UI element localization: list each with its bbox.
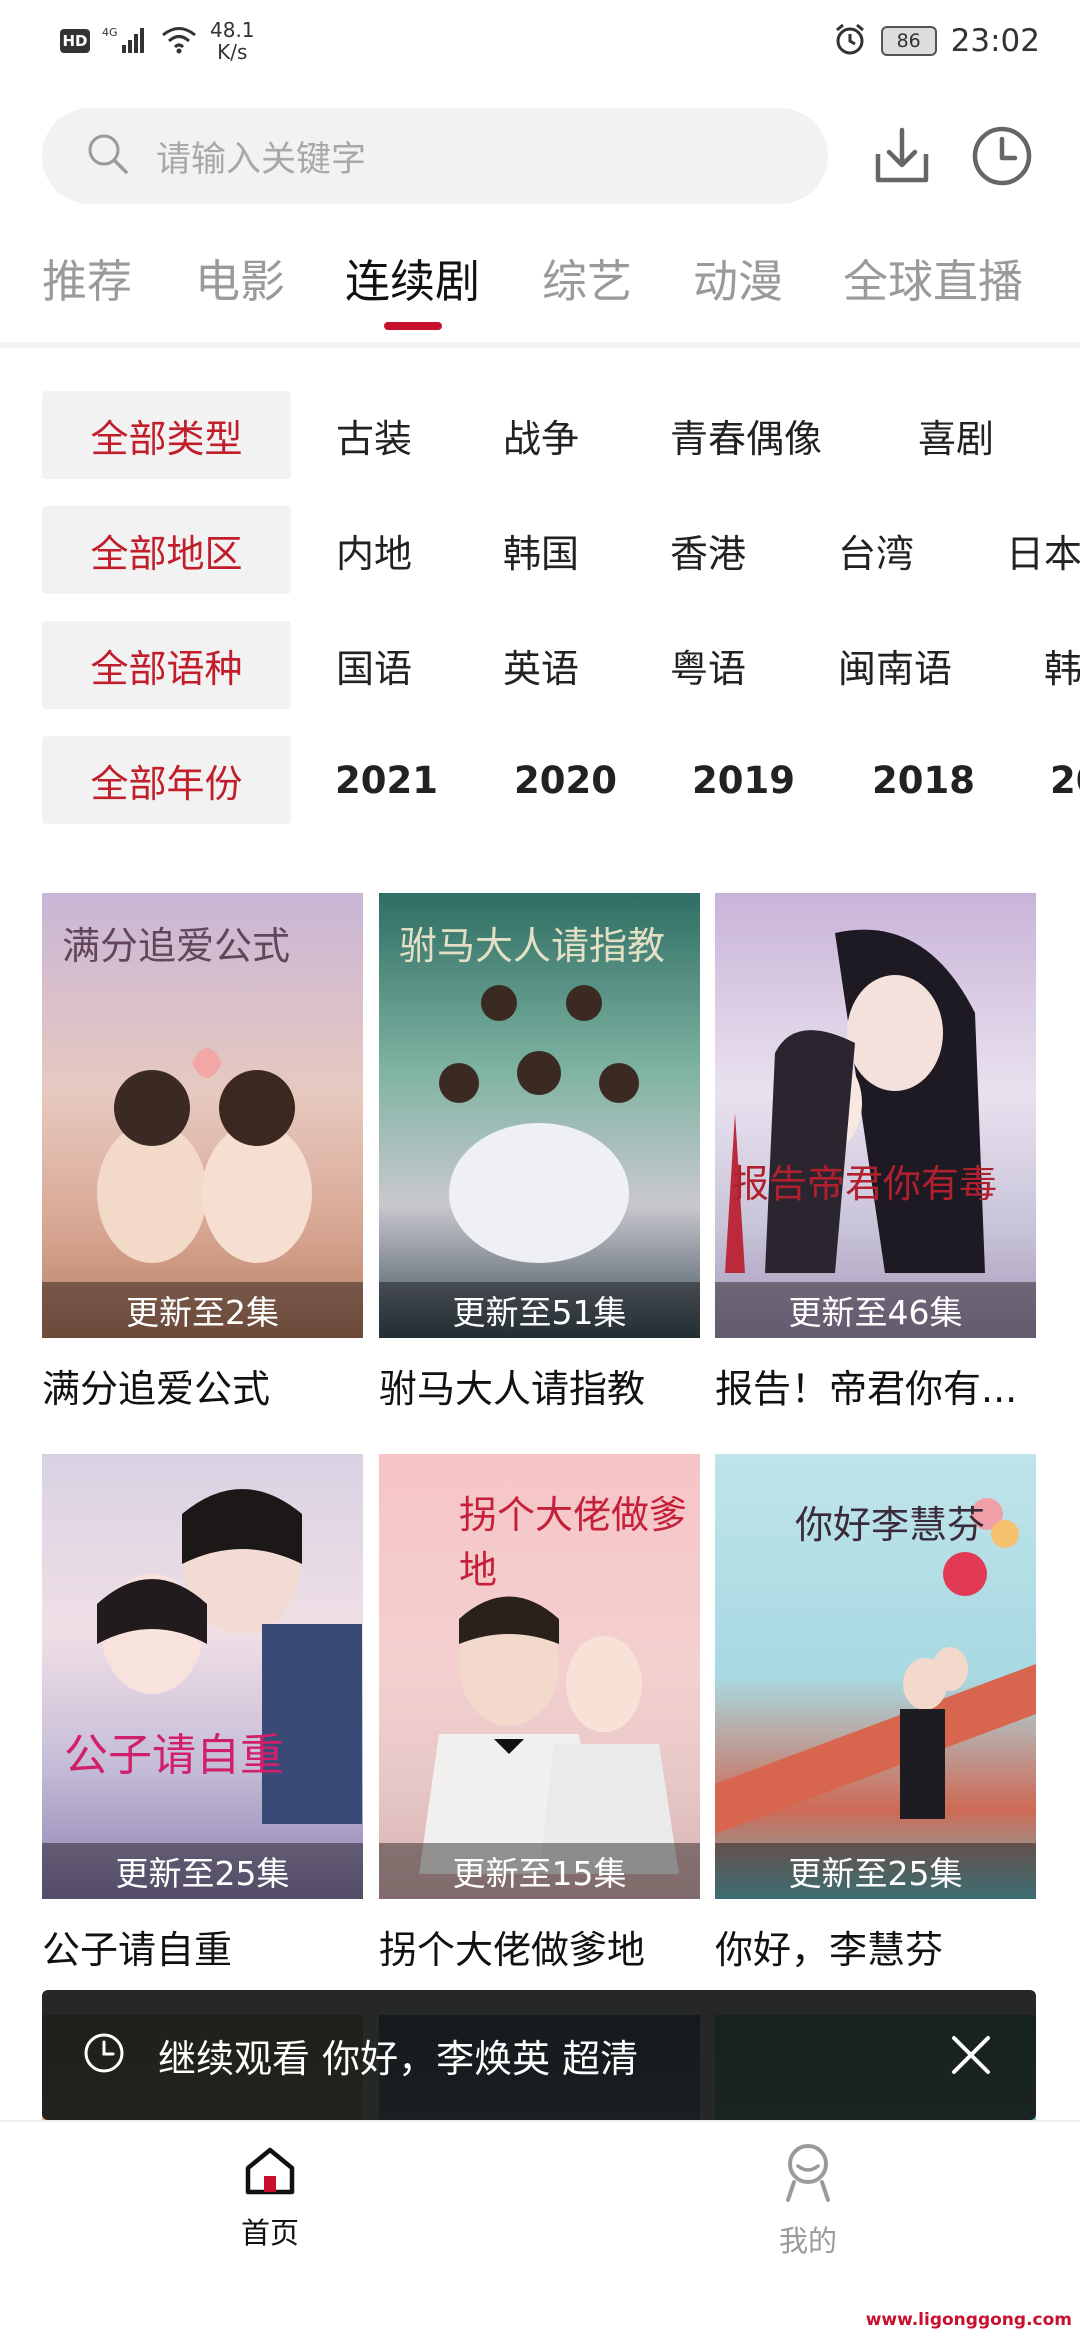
filter-all-types[interactable]: 全部类型: [42, 391, 291, 479]
filter-option[interactable]: 国语: [336, 621, 412, 709]
search-input[interactable]: 请输入关键字: [42, 108, 828, 204]
filter-option[interactable]: 香港: [670, 506, 746, 594]
bottom-nav: 首页 我的: [0, 2120, 1080, 2340]
signal-icon: 4G: [102, 25, 148, 58]
profile-icon: [786, 2144, 830, 2202]
poster-title: 拐个大佬做爹地: [459, 1493, 688, 1592]
tab-anime[interactable]: 动漫: [693, 245, 783, 310]
poster-title: 报告帝君你有毒: [731, 1162, 998, 1206]
poster-image: 报告帝君你有毒 更新至46集: [715, 893, 1036, 1338]
poster-image: 拐个大佬做爹地 更新至15集: [379, 1454, 700, 1899]
filter-row-language: 全部语种 国语 英语 粤语 闽南语 韩: [0, 621, 1080, 709]
filter-option[interactable]: 日本: [1006, 506, 1080, 594]
alarm-icon: [833, 22, 867, 60]
nav-home[interactable]: 首页: [170, 2142, 370, 2252]
history-icon[interactable]: [970, 124, 1034, 188]
nav-home-label: 首页: [240, 2216, 299, 2250]
battery-indicator: 86: [880, 26, 937, 56]
divider: [0, 342, 1080, 348]
drama-card[interactable]: 报告帝君你有毒 更新至46集 报告！帝君你有...: [715, 893, 1036, 1413]
close-icon[interactable]: [946, 2030, 996, 2080]
continue-watching-banner[interactable]: 继续观看 你好，李焕英 超清: [42, 1990, 1036, 2120]
poster-image: 你好李慧芬 更新至25集: [715, 1454, 1036, 1899]
poster-title: 公子请自重: [64, 1730, 284, 1781]
category-tabs: 推荐 电影 连续剧 综艺 动漫 全球直播: [0, 245, 1080, 335]
filter-all-regions[interactable]: 全部地区: [42, 506, 291, 594]
update-badge: 更新至51集: [379, 1282, 700, 1338]
filter-row-region: 全部地区 内地 韩国 香港 台湾 日本: [0, 506, 1080, 594]
drama-card[interactable]: 公子请自重 更新至25集 公子请自重: [42, 1454, 363, 1974]
status-bar: HD 4G 48.1 K/s 86 23:02: [0, 0, 1080, 80]
filter-all-languages[interactable]: 全部语种: [42, 621, 291, 709]
card-title: 公子请自重: [42, 1928, 233, 1972]
update-badge: 更新至2集: [42, 1282, 363, 1338]
poster-title: 满分追爱公式: [62, 924, 291, 968]
card-title: 拐个大佬做爹地: [379, 1928, 646, 1972]
home-icon: [245, 2147, 295, 2195]
continue-watching-text: 继续观看 你好，李焕英 超清: [158, 2036, 639, 2081]
drama-card[interactable]: 驸马大人请指教 更新至51集 驸马大人请指教: [379, 893, 700, 1413]
tab-series[interactable]: 连续剧: [345, 245, 480, 310]
filter-option[interactable]: 2019: [692, 736, 795, 824]
poster-image: 公子请自重 更新至25集: [42, 1454, 363, 1899]
update-badge: 更新至46集: [715, 1282, 1036, 1338]
hd-indicator: HD: [60, 29, 90, 53]
card-title: 驸马大人请指教: [379, 1367, 646, 1411]
network-speed: 48.1 K/s: [210, 18, 255, 64]
tab-variety[interactable]: 综艺: [542, 245, 632, 310]
card-title: 你好，李慧芬: [715, 1928, 944, 1972]
watermark: www.ligonggong.com: [865, 2310, 1072, 2330]
svg-text:4G: 4G: [102, 26, 118, 39]
update-badge: 更新至15集: [379, 1843, 700, 1899]
poster-title: 你好李慧芬: [795, 1503, 986, 1547]
update-badge: 更新至25集: [42, 1843, 363, 1899]
filter-all-years[interactable]: 全部年份: [42, 736, 291, 824]
update-badge: 更新至25集: [715, 1843, 1036, 1899]
card-title: 满分追爱公式: [42, 1367, 271, 1411]
wifi-icon: [160, 24, 198, 58]
poster-title: 驸马大人请指教: [399, 924, 666, 968]
download-icon[interactable]: [870, 124, 934, 188]
clock-icon: [82, 2031, 126, 2079]
nav-mine-label: 我的: [778, 2224, 837, 2258]
poster-image: 满分追爱公式 更新至2集: [42, 893, 363, 1338]
filter-option[interactable]: 韩国: [503, 506, 579, 594]
filter-option[interactable]: 闽南语: [838, 621, 952, 709]
nav-mine[interactable]: 我的: [708, 2142, 908, 2260]
tab-movies[interactable]: 电影: [195, 245, 285, 310]
filter-option[interactable]: 战争: [503, 391, 579, 479]
drama-card[interactable]: 你好李慧芬 更新至25集 你好，李慧芬: [715, 1454, 1036, 1974]
search-icon: [86, 132, 130, 180]
drama-card[interactable]: 满分追爱公式 更新至2集 满分追爱公式: [42, 893, 363, 1413]
filter-option[interactable]: 喜剧: [918, 391, 994, 479]
status-time: 23:02: [950, 23, 1040, 59]
filter-option[interactable]: 韩: [1044, 621, 1080, 709]
card-title: 报告！帝君你有...: [715, 1367, 1018, 1411]
filter-option[interactable]: 古装: [336, 391, 412, 479]
filter-option[interactable]: 2021: [335, 736, 438, 824]
filter-option[interactable]: 英语: [503, 621, 579, 709]
search-placeholder: 请输入关键字: [156, 139, 367, 180]
filter-option[interactable]: 内地: [336, 506, 412, 594]
filter-option[interactable]: 粤语: [670, 621, 746, 709]
filter-option[interactable]: 2020: [514, 736, 617, 824]
active-tab-indicator: [384, 322, 442, 330]
filter-row-year: 全部年份 2021 2020 2019 2018 20: [0, 736, 1080, 824]
filter-option[interactable]: 青春偶像: [670, 391, 822, 479]
drama-card[interactable]: 拐个大佬做爹地 更新至15集 拐个大佬做爹地: [379, 1454, 700, 1974]
filter-option[interactable]: 20: [1050, 736, 1080, 824]
poster-image: 驸马大人请指教 更新至51集: [379, 893, 700, 1338]
filter-option[interactable]: 台湾: [838, 506, 914, 594]
tab-recommend[interactable]: 推荐: [42, 245, 132, 310]
tab-global-live[interactable]: 全球直播: [843, 245, 1023, 310]
filter-row-type: 全部类型 古装 战争 青春偶像 喜剧: [0, 391, 1080, 479]
filter-option[interactable]: 2018: [872, 736, 975, 824]
